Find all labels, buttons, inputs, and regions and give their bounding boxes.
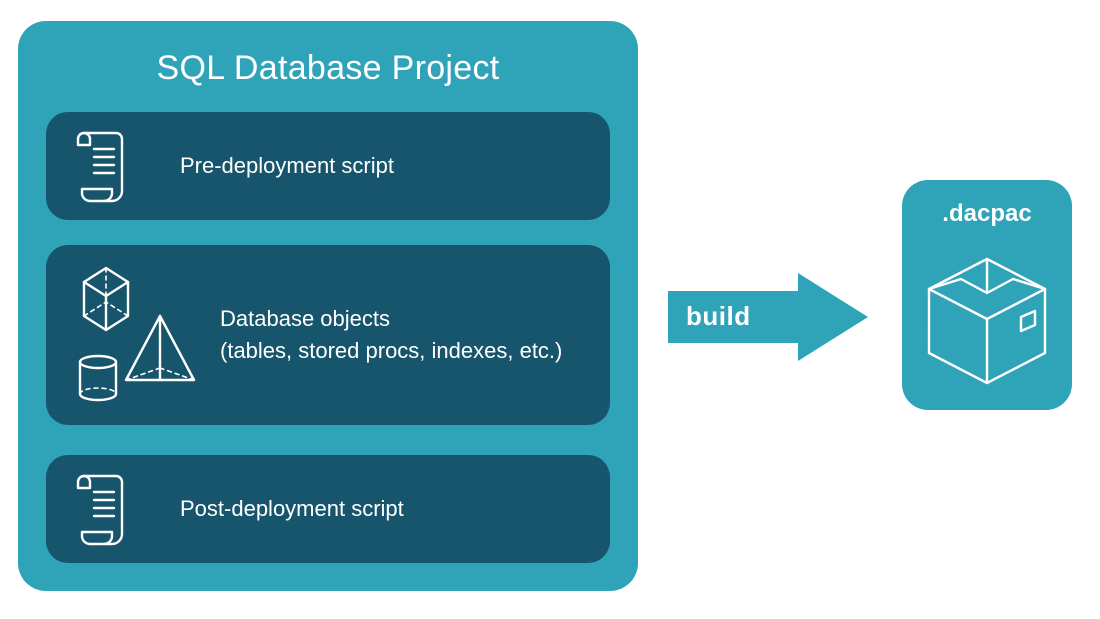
section-post-deployment: Post-deployment script bbox=[46, 455, 610, 563]
diagram-canvas: SQL Database Project Pre-deployment scri… bbox=[0, 0, 1100, 619]
package-box-icon bbox=[917, 236, 1057, 396]
dacpac-card: .dacpac bbox=[902, 180, 1072, 410]
dacpac-label: .dacpac bbox=[942, 200, 1031, 228]
scroll-icon bbox=[70, 470, 180, 548]
section-database-objects: Database objects (tables, stored procs, … bbox=[46, 245, 610, 425]
section-pre-label: Pre-deployment script bbox=[180, 150, 394, 182]
section-post-label: Post-deployment script bbox=[180, 493, 404, 525]
section-pre-deployment: Pre-deployment script bbox=[46, 112, 610, 220]
section-mid-label: Database objects (tables, stored procs, … bbox=[220, 303, 562, 367]
scroll-icon bbox=[70, 127, 180, 205]
project-title: SQL Database Project bbox=[46, 49, 610, 88]
project-card: SQL Database Project Pre-deployment scri… bbox=[18, 21, 638, 591]
build-arrow: build bbox=[668, 273, 868, 361]
arrow-label: build bbox=[686, 301, 751, 332]
geometric-shapes-icon bbox=[70, 265, 220, 405]
